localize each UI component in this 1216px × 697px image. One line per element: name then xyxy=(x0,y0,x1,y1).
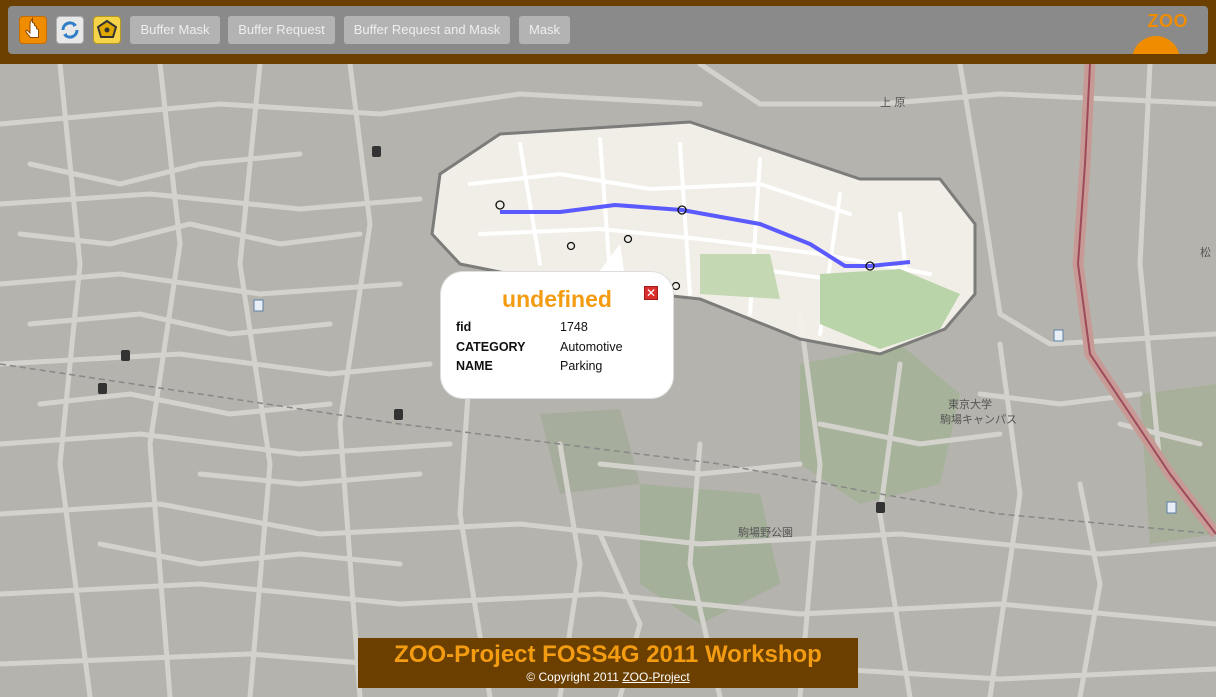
buffer-request-and-mask-button[interactable]: Buffer Request and Mask xyxy=(344,16,510,44)
footer-copyright: © Copyright 2011 ZOO-Project xyxy=(358,670,858,684)
refresh-icon[interactable] xyxy=(56,16,84,44)
footer-title: ZOO-Project FOSS4G 2011 Workshop xyxy=(394,641,822,668)
station-icon xyxy=(876,502,885,513)
station-icon xyxy=(98,383,107,394)
popup-title: undefined xyxy=(502,286,612,312)
place-label: 東京大学 xyxy=(948,398,992,411)
hospital-icon xyxy=(1166,501,1177,514)
close-icon[interactable]: ✕ xyxy=(644,286,658,300)
copyright-text: © Copyright 2011 xyxy=(526,670,619,684)
popup-key: NAME xyxy=(456,359,493,373)
popup-value: Automotive xyxy=(560,340,623,354)
place-label: 松 xyxy=(1200,246,1211,259)
hospital-icon xyxy=(253,299,264,312)
zoo-logo: ZOO xyxy=(1130,6,1200,54)
pan-hand-icon[interactable] xyxy=(19,16,47,44)
mask-button[interactable]: Mask xyxy=(519,16,570,44)
buffer-mask-button[interactable]: Buffer Mask xyxy=(130,16,220,44)
place-label: 駒場野公園 xyxy=(738,526,793,539)
station-icon xyxy=(121,350,130,361)
logo-text: ZOO xyxy=(1147,11,1188,31)
map-toolbar: Buffer Mask Buffer Request Buffer Reques… xyxy=(8,6,1208,54)
popup-key: CATEGORY xyxy=(456,340,526,354)
hospital-icon xyxy=(1053,329,1064,342)
select-feature-icon[interactable] xyxy=(93,16,121,44)
popup-value: 1748 xyxy=(560,320,588,334)
buffer-request-button[interactable]: Buffer Request xyxy=(228,16,335,44)
zoo-project-link[interactable]: ZOO-Project xyxy=(622,670,689,684)
feature-info-popup: undefined ✕ fid 1748 CATEGORY Automotive… xyxy=(441,272,673,398)
place-label: 上 原 xyxy=(880,96,906,109)
top-header-bar: Buffer Mask Buffer Request Buffer Reques… xyxy=(0,0,1216,64)
station-icon xyxy=(372,146,381,157)
footer-banner: ZOO-Project FOSS4G 2011 Workshop © Copyr… xyxy=(358,638,858,688)
park-area xyxy=(700,254,780,299)
station-icon xyxy=(394,409,403,420)
popup-key: fid xyxy=(456,320,472,334)
place-label: 駒場キャンパス xyxy=(940,413,1017,426)
logo-sun-shape xyxy=(1132,36,1180,54)
popup-value: Parking xyxy=(560,359,603,373)
